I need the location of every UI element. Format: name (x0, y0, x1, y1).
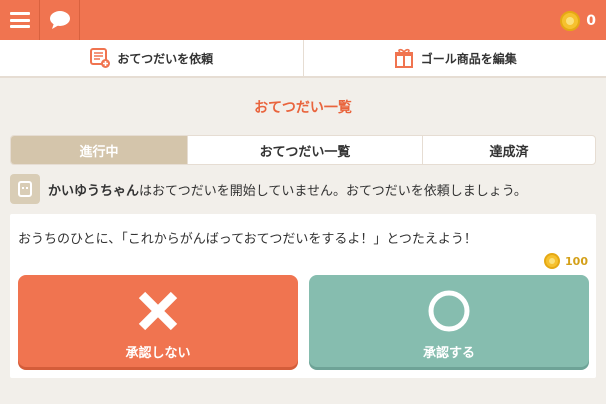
request-chore-label: おてつだいを依頼 (117, 51, 214, 66)
circle-icon (428, 290, 470, 332)
coin-icon (560, 11, 581, 31)
tab-in-progress[interactable]: 進行中 (11, 136, 187, 164)
tab-chore-list[interactable]: おてつだい一覧 (187, 136, 422, 164)
child-face-icon (18, 181, 32, 197)
chat-button[interactable] (40, 0, 80, 40)
page-title: おてつだい一覧 (254, 100, 352, 116)
gift-box-icon (394, 48, 413, 68)
reward: 100 (544, 252, 588, 270)
request-chore-button[interactable]: おてつだいを依頼 (0, 40, 303, 76)
reject-button[interactable]: 承認しない (18, 275, 298, 367)
edit-goal-items-label: ゴール商品を編集 (420, 51, 517, 66)
tab-bar: 進行中 おてつだい一覧 達成済 (10, 135, 596, 165)
avatar (10, 174, 40, 204)
chat-icon (49, 11, 70, 29)
coin-count: 0 (586, 13, 596, 29)
top-bar: 0 (0, 0, 606, 40)
action-row: おてつだいを依頼 ゴール商品を編集 (0, 40, 606, 78)
tab-completed[interactable]: 達成済 (422, 136, 595, 164)
coin-balance[interactable]: 0 (560, 10, 596, 32)
approve-button[interactable]: 承認する (309, 275, 589, 367)
chore-card: おうちのひとに、「これからがんばっておてつだいをするよ！」とつたえよう！ 100… (10, 214, 596, 378)
status-message: かいゆうちゃんはおてつだいを開始していません。おてつだいを依頼しましょう。 (10, 174, 596, 204)
reward-value: 100 (565, 254, 588, 268)
edit-goal-items-button[interactable]: ゴール商品を編集 (302, 40, 606, 76)
menu-button[interactable] (0, 0, 40, 40)
reject-label: 承認しない (125, 346, 191, 361)
close-icon (138, 291, 178, 331)
menu-icon (9, 12, 30, 28)
child-name: かいゆうちゃん (48, 183, 140, 199)
card-message: おうちのひとに、「これからがんばっておてつだいをするよ！」とつたえよう！ (18, 232, 477, 247)
approve-label: 承認する (422, 346, 475, 361)
coin-icon (544, 253, 561, 269)
status-text: はおてつだいを開始していません。おてつだいを依頼しましょう。 (139, 183, 527, 199)
request-chore-icon (90, 48, 111, 68)
